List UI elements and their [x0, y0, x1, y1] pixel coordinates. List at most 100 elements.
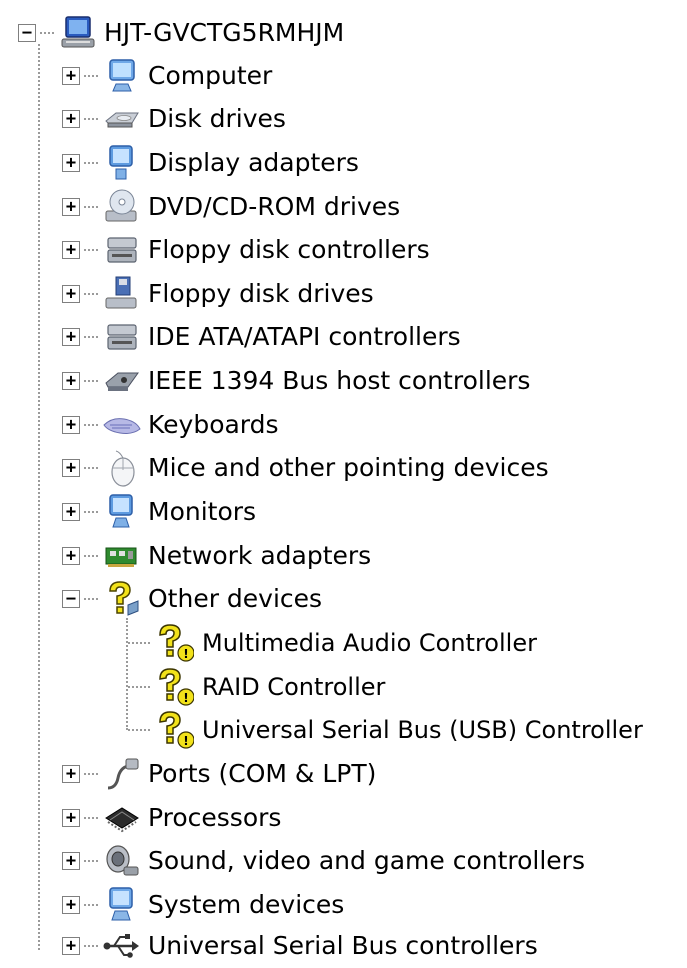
tree-connector: [128, 686, 150, 688]
tree-item-label: Processors: [148, 803, 282, 832]
tree-connector: [84, 380, 98, 382]
tree-item-label: Other devices: [148, 584, 323, 613]
tree-item-system-devices[interactable]: + System devices: [62, 883, 344, 927]
tree-connector: [84, 206, 98, 208]
tree-subitem-usb-controller[interactable]: ! Universal Serial Bus (USB) Controller: [128, 708, 643, 752]
tree-item-monitors[interactable]: + Monitors: [62, 490, 256, 534]
tree-item-disk-drives[interactable]: + Disk drives: [62, 97, 286, 141]
unknown-device-warning-icon: !: [159, 711, 194, 749]
svg-text:!: !: [183, 647, 188, 661]
expand-toggle[interactable]: +: [62, 372, 80, 390]
tree-item-label: Multimedia Audio Controller: [202, 629, 537, 657]
keyboard-icon: [103, 418, 141, 434]
network-adapter-icon: [105, 547, 137, 567]
mouse-icon: [111, 450, 135, 487]
processor-icon: [105, 807, 139, 833]
disk-drive-icon: [105, 112, 139, 128]
ide-controller-icon: [107, 324, 137, 350]
expand-toggle[interactable]: +: [62, 547, 80, 565]
sound-icon: [106, 845, 139, 876]
tree-connector: [84, 904, 98, 906]
tree-item-label: Display adapters: [148, 148, 359, 177]
tree-item-label: Network adapters: [148, 541, 372, 570]
expand-toggle[interactable]: +: [62, 852, 80, 870]
tree-item-sound-video-game-controllers[interactable]: + Sound, video and game controllers: [62, 839, 585, 883]
tree-item-display-adapters[interactable]: + Display adapters: [62, 141, 359, 185]
tree-item-label: System devices: [148, 890, 345, 919]
tree-item-ide-ata-atapi-controllers[interactable]: + IDE ATA/ATAPI controllers: [62, 315, 461, 359]
tree-item-network-adapters[interactable]: + Network adapters: [62, 534, 371, 578]
expand-toggle[interactable]: +: [62, 809, 80, 827]
tree-connector: [84, 598, 98, 600]
expand-toggle[interactable]: +: [62, 503, 80, 521]
collapse-toggle[interactable]: −: [18, 24, 36, 42]
expand-toggle[interactable]: +: [62, 896, 80, 914]
expand-toggle[interactable]: +: [62, 67, 80, 85]
expand-toggle[interactable]: +: [62, 416, 80, 434]
svg-text:!: !: [183, 691, 188, 705]
tree-item-floppy-disk-drives[interactable]: + Floppy disk drives: [62, 272, 374, 316]
tree-item-label: Ports (COM & LPT): [148, 759, 377, 788]
tree-item-label: Sound, video and game controllers: [148, 846, 585, 875]
tree-connector: [84, 467, 98, 469]
tree-item-label: RAID Controller: [202, 673, 386, 701]
expand-toggle[interactable]: +: [62, 198, 80, 216]
tree-connector: [128, 642, 150, 644]
tree-item-label: Floppy disk drives: [148, 279, 374, 308]
unknown-device-warning-icon: !: [159, 624, 194, 662]
tree-connector: [84, 162, 98, 164]
tree-connector: [84, 118, 98, 120]
tree-item-label: Computer: [148, 61, 273, 90]
tree-item-universal-serial-bus-controllers[interactable]: + Universal Serial Bus controllers: [62, 924, 538, 968]
tree-item-ieee-1394-bus-host-controllers[interactable]: + IEEE 1394 Bus host controllers: [62, 359, 530, 403]
tree-item-label: Universal Serial Bus (USB) Controller: [202, 716, 643, 744]
tree-item-processors[interactable]: + Processors: [62, 796, 281, 840]
device-tree: − HJT-GVCTG5RMHJM + Computer + Disk driv…: [0, 0, 687, 968]
tree-item-label: Disk drives: [148, 104, 286, 133]
expand-toggle[interactable]: +: [62, 765, 80, 783]
firewire-icon: [105, 372, 139, 391]
tree-item-keyboards[interactable]: + Keyboards: [62, 403, 279, 447]
tree-item-other-devices[interactable]: − Other devices: [62, 577, 322, 621]
tree-connector: [84, 424, 98, 426]
tree-connector: [84, 336, 98, 338]
expand-toggle[interactable]: +: [62, 937, 80, 955]
tree-item-computer[interactable]: + Computer: [62, 54, 272, 98]
tree-connector: [84, 249, 98, 251]
tree-connector: [84, 555, 98, 557]
tree-connector: [84, 75, 98, 77]
tree-item-label: Keyboards: [148, 410, 279, 439]
tree-item-label: Universal Serial Bus controllers: [148, 931, 538, 960]
tree-root[interactable]: − HJT-GVCTG5RMHJM: [18, 11, 344, 55]
tree-subitem-raid-controller[interactable]: ! RAID Controller: [128, 665, 385, 709]
tree-guide-root: [38, 44, 40, 950]
tree-connector: [84, 511, 98, 513]
collapse-toggle[interactable]: −: [62, 590, 80, 608]
expand-toggle[interactable]: +: [62, 285, 80, 303]
tree-connector: [128, 729, 150, 731]
tree-item-floppy-disk-controllers[interactable]: + Floppy disk controllers: [62, 228, 430, 272]
port-icon: [107, 758, 139, 790]
tree-item-label: Monitors: [148, 497, 257, 526]
tree-item-label: Floppy disk controllers: [148, 235, 430, 264]
expand-toggle[interactable]: +: [62, 459, 80, 477]
tree-item-label: DVD/CD-ROM drives: [148, 192, 401, 221]
tree-connector: [40, 32, 54, 34]
cd-drive-icon: [105, 189, 137, 222]
unknown-device-warning-icon: !: [159, 668, 194, 706]
svg-text:!: !: [183, 734, 188, 748]
usb-icon: [103, 934, 139, 958]
expand-toggle[interactable]: +: [62, 110, 80, 128]
tree-subitem-multimedia-audio-controller[interactable]: ! Multimedia Audio Controller: [128, 621, 537, 665]
expand-toggle[interactable]: +: [62, 328, 80, 346]
tree-item-label: Mice and other pointing devices: [148, 453, 549, 482]
tree-item-ports-com-lpt[interactable]: + Ports (COM & LPT): [62, 752, 376, 796]
expand-toggle[interactable]: +: [62, 241, 80, 259]
expand-toggle[interactable]: +: [62, 154, 80, 172]
tree-item-mice-and-other-pointing-devices[interactable]: + Mice and other pointing devices: [62, 446, 549, 490]
tree-connector: [84, 817, 98, 819]
controller-icon: [107, 237, 137, 263]
unknown-device-icon: [109, 581, 139, 616]
tree-item-dvd-cd-rom-drives[interactable]: + DVD/CD-ROM drives: [62, 185, 400, 229]
computer-root-icon: [61, 16, 95, 48]
